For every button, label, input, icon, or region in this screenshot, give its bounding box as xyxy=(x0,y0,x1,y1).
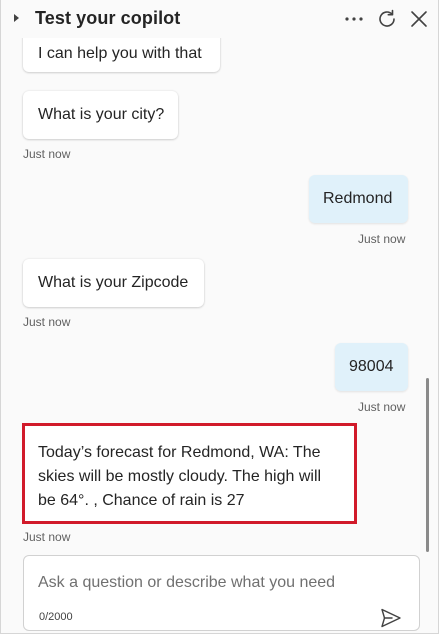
collapse-caret-icon[interactable] xyxy=(14,14,19,22)
close-button[interactable] xyxy=(407,7,431,31)
message-timestamp: Just now xyxy=(23,530,71,544)
message-timestamp: Just now xyxy=(358,232,406,246)
more-options-button[interactable] xyxy=(342,7,366,31)
message-timestamp: Just now xyxy=(23,315,71,329)
bot-message-forecast: Today’s forecast for Redmond, WA: The sk… xyxy=(25,426,354,521)
character-count: 0/2000 xyxy=(39,611,73,623)
send-icon xyxy=(381,608,401,628)
user-message-text: 98004 xyxy=(349,358,394,375)
bot-message-text: What is your Zipcode xyxy=(38,274,189,291)
bot-message: What is your Zipcode xyxy=(23,259,204,307)
message-timestamp: Just now xyxy=(358,400,406,414)
copilot-test-pane: I can help you with that What is your ci… xyxy=(0,0,439,634)
refresh-icon xyxy=(379,9,395,27)
chat-transcript[interactable]: I can help you with that What is your ci… xyxy=(1,0,438,634)
pane-header: Test your copilot xyxy=(1,0,438,38)
scrollbar-thumb[interactable] xyxy=(426,378,429,552)
bot-message-text: Today’s forecast for Redmond, WA: The sk… xyxy=(38,444,322,509)
pane-title: Test your copilot xyxy=(35,8,181,28)
message-timestamp: Just now xyxy=(23,147,71,161)
message-composer: 0/2000 xyxy=(23,555,420,631)
bot-message: What is your city? xyxy=(23,91,178,139)
close-icon xyxy=(411,11,427,27)
user-message: 98004 xyxy=(335,343,408,391)
refresh-button[interactable] xyxy=(375,7,399,31)
bot-message-text: I can help you with that xyxy=(38,45,202,62)
user-message: Redmond xyxy=(309,175,408,223)
send-button[interactable] xyxy=(379,607,403,629)
user-message-text: Redmond xyxy=(323,190,393,207)
more-horizontal-icon xyxy=(345,17,363,21)
bot-message-text: What is your city? xyxy=(38,106,165,123)
message-input[interactable] xyxy=(38,570,378,596)
